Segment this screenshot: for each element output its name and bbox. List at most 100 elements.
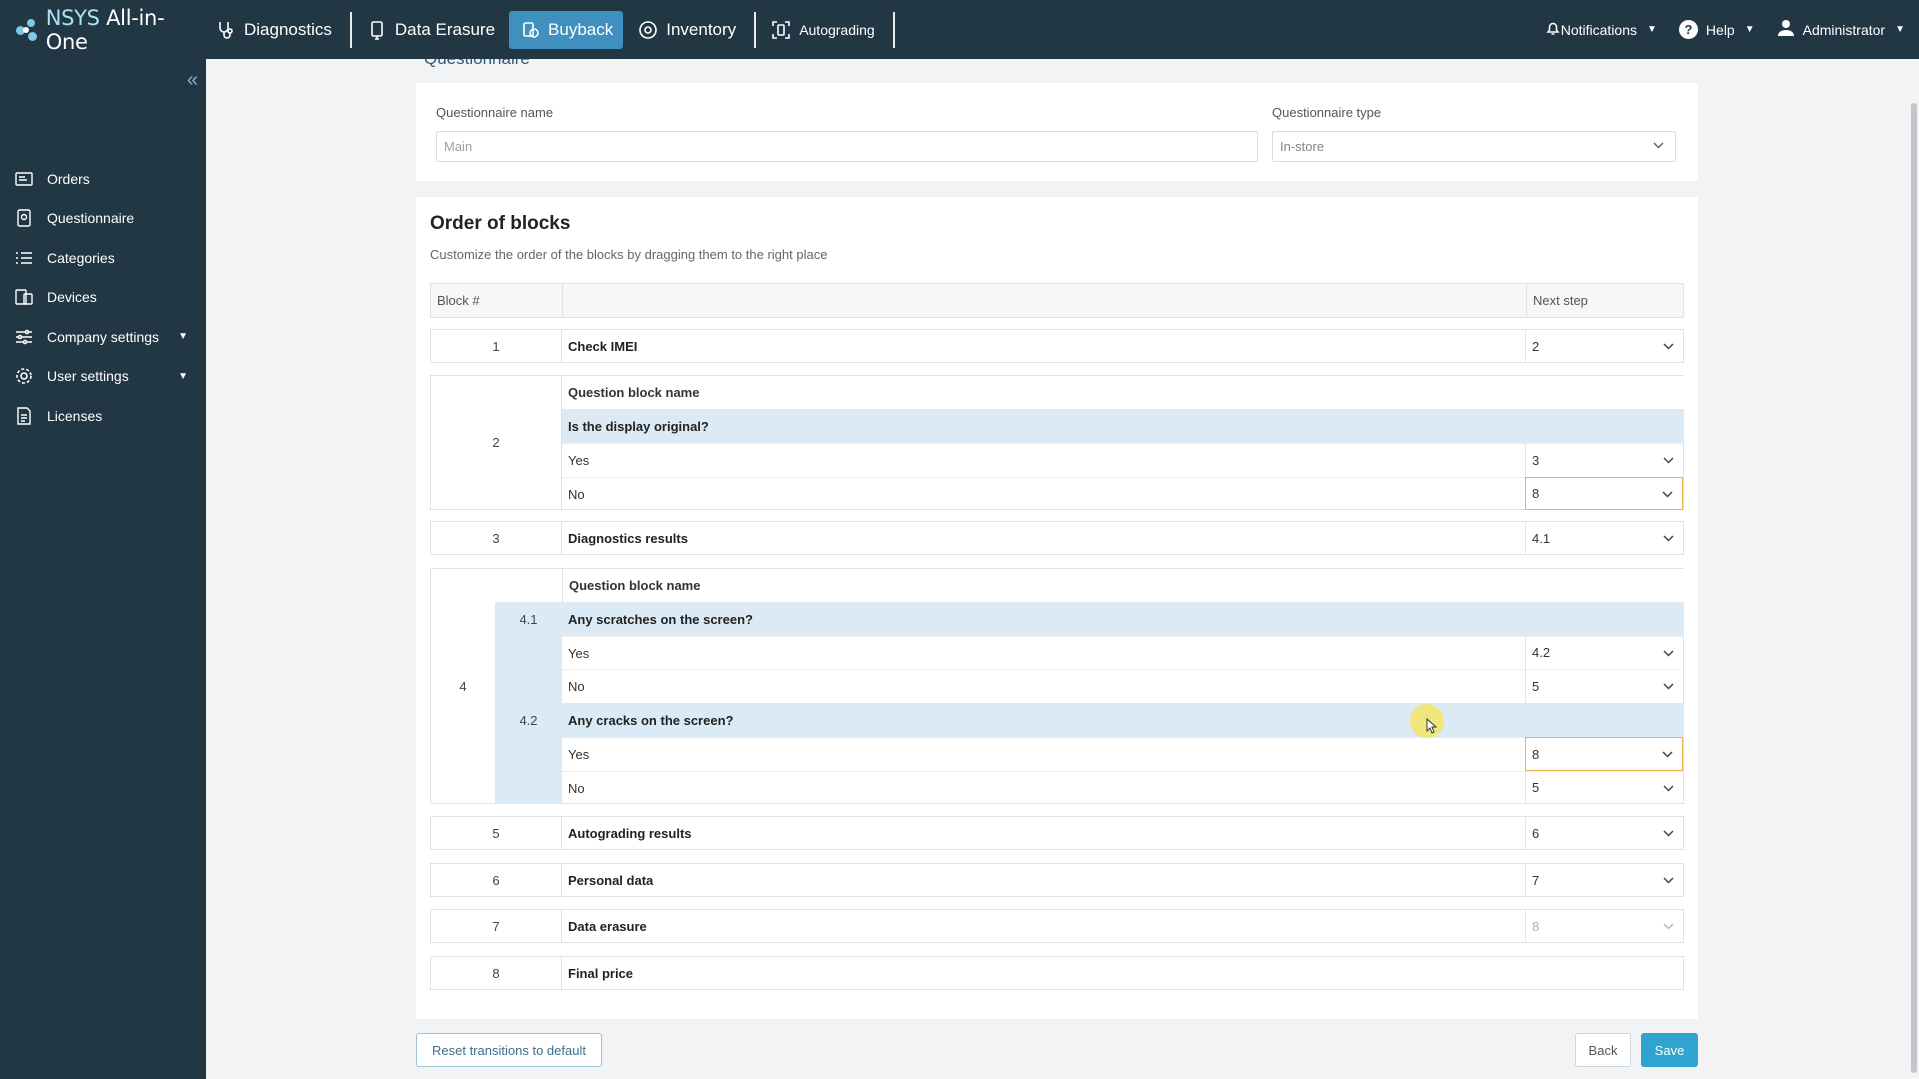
sidebar-item-licenses[interactable]: Licenses xyxy=(0,396,206,436)
nav-autograding[interactable]: Autograding xyxy=(760,11,885,49)
nav-inventory[interactable]: Inventory xyxy=(627,11,746,49)
collapse-sidebar-icon[interactable]: « xyxy=(187,69,198,92)
buyback-icon xyxy=(519,19,541,41)
chevron-down-icon xyxy=(1662,782,1675,798)
nav-diagnostics[interactable]: Diagnostics xyxy=(205,11,342,49)
block-number: 7 xyxy=(431,910,562,942)
next-step-select[interactable]: 5 xyxy=(1525,771,1683,804)
next-step-value: 4.1 xyxy=(1532,530,1551,546)
block-row-6[interactable]: 6 Personal data 7 xyxy=(430,863,1684,897)
column-divider xyxy=(562,284,563,317)
caret-down-icon: ▼ xyxy=(1744,24,1755,35)
sliders-icon xyxy=(14,327,34,347)
questionnaire-icon xyxy=(14,208,34,228)
top-right-menu: Notifications ▼ ? Help ▼ Administrator ▼ xyxy=(1523,19,1919,40)
next-step-value: 8 xyxy=(1532,746,1540,762)
sidebar-item-label: Orders xyxy=(47,170,90,187)
nsys-logo-icon xyxy=(14,17,40,43)
brand-logo[interactable]: NSYS All-in-One xyxy=(0,0,205,59)
block-name: Autograding results xyxy=(568,825,692,841)
nav-divider xyxy=(349,11,352,48)
column-header-next-step: Next step xyxy=(1526,284,1684,317)
answer-yes: Yes xyxy=(562,737,1684,771)
list-icon xyxy=(14,248,34,268)
orders-icon xyxy=(14,169,34,189)
sidebar-item-devices[interactable]: Devices xyxy=(0,278,206,318)
next-step-value: 8 xyxy=(1532,486,1540,501)
column-header-block: Block # xyxy=(437,293,480,308)
sidebar-item-label: User settings xyxy=(47,368,129,385)
next-step-select[interactable]: 7 xyxy=(1525,864,1683,896)
nav-data-erasure[interactable]: Data Erasure xyxy=(356,11,505,49)
question-block-name-header: Question block name xyxy=(562,376,1684,409)
reset-transitions-button[interactable]: Reset transitions to default xyxy=(416,1033,602,1067)
bell-icon xyxy=(1545,20,1561,39)
next-step-select[interactable]: 8 xyxy=(1525,737,1683,771)
sidebar: « Orders Questionnaire Categories Device… xyxy=(0,59,206,1079)
block-row-4[interactable]: 4 Question block name 4.1 Any scratches … xyxy=(430,568,1684,804)
sidebar-item-user-settings[interactable]: User settings ▼ xyxy=(0,357,206,397)
block-number: 4 xyxy=(459,678,467,694)
help-icon: ? xyxy=(1678,20,1698,39)
sub-block-number: 4.1 xyxy=(519,611,538,627)
block-row-5[interactable]: 5 Autograding results 6 xyxy=(430,816,1684,850)
next-step-select[interactable]: 2 xyxy=(1525,330,1683,362)
next-step-value: 6 xyxy=(1532,825,1540,841)
license-icon xyxy=(14,406,34,426)
caret-down-icon: ▼ xyxy=(178,331,188,343)
block-name: Personal data xyxy=(568,872,654,888)
answer-yes: Yes xyxy=(562,443,1684,477)
block-row-3[interactable]: 3 Diagnostics results 4.1 xyxy=(430,521,1684,555)
question-text: Is the display original? xyxy=(562,409,1684,443)
question-text: Any scratches on the screen? xyxy=(562,602,1684,636)
questionnaire-type-select[interactable]: In-store xyxy=(1272,131,1676,162)
sidebar-item-categories[interactable]: Categories xyxy=(0,238,206,278)
help-menu[interactable]: ? Help ▼ xyxy=(1678,20,1755,39)
block-row-1[interactable]: 1 Check IMEI 2 xyxy=(430,329,1684,363)
notifications-label: Notifications xyxy=(1560,21,1638,38)
notifications-menu[interactable]: Notifications ▼ xyxy=(1545,20,1657,39)
block-row-2[interactable]: 2 Question block name Is the display ori… xyxy=(430,375,1684,510)
back-button[interactable]: Back xyxy=(1575,1033,1631,1067)
next-step-value: 5 xyxy=(1532,780,1540,795)
next-step-select[interactable]: 5 xyxy=(1525,669,1683,703)
block-row-8[interactable]: 8 Final price xyxy=(430,956,1684,990)
chevron-down-icon xyxy=(1662,647,1675,663)
next-step-select[interactable]: 6 xyxy=(1525,817,1683,849)
nav-divider xyxy=(892,11,895,48)
next-step-select[interactable]: 3 xyxy=(1525,443,1683,477)
sidebar-item-questionnaire[interactable]: Questionnaire xyxy=(0,199,206,239)
sidebar-menu: Orders Questionnaire Categories Devices … xyxy=(0,159,206,436)
next-step-select[interactable]: 8 xyxy=(1525,477,1683,510)
page-scrollbar[interactable] xyxy=(1909,59,1919,1079)
chevron-down-icon xyxy=(1661,748,1674,764)
order-of-blocks-description: Customize the order of the blocks by dra… xyxy=(430,247,828,262)
user-menu[interactable]: Administrator ▼ xyxy=(1777,19,1905,40)
next-step-select[interactable]: 4.2 xyxy=(1525,636,1683,669)
sidebar-item-orders[interactable]: Orders xyxy=(0,159,206,199)
block-number: 5 xyxy=(431,817,562,849)
questionnaire-settings-card: Questionnaire name Main Questionnaire ty… xyxy=(416,83,1698,181)
sidebar-item-label: Questionnaire xyxy=(47,210,135,227)
save-button[interactable]: Save xyxy=(1641,1033,1698,1067)
chevron-down-icon xyxy=(1662,827,1675,843)
sidebar-item-label: Devices xyxy=(47,289,97,306)
answer-no: No xyxy=(562,477,1684,510)
autograding-icon xyxy=(770,19,792,41)
nav-buyback-label: Buyback xyxy=(548,19,614,39)
block-number: 1 xyxy=(431,330,562,362)
chevron-down-icon xyxy=(1652,139,1665,155)
caret-down-icon: ▼ xyxy=(1895,24,1905,35)
block-name: Diagnostics results xyxy=(568,530,688,546)
questionnaire-name-input[interactable]: Main xyxy=(436,131,1258,162)
nav-buyback[interactable]: Buyback xyxy=(509,10,624,49)
chevron-down-icon xyxy=(1661,488,1674,504)
caret-down-icon: ▼ xyxy=(1647,24,1657,35)
block-row-7[interactable]: 7 Data erasure 8 xyxy=(430,909,1684,943)
questionnaire-name-label: Questionnaire name xyxy=(436,105,554,120)
next-step-value: 4.2 xyxy=(1532,645,1551,660)
table-header: Block # Next step xyxy=(430,283,1684,318)
scrollbar-thumb[interactable] xyxy=(1911,103,1917,1073)
next-step-select[interactable]: 4.1 xyxy=(1525,522,1683,554)
sidebar-item-company-settings[interactable]: Company settings ▼ xyxy=(0,317,206,357)
